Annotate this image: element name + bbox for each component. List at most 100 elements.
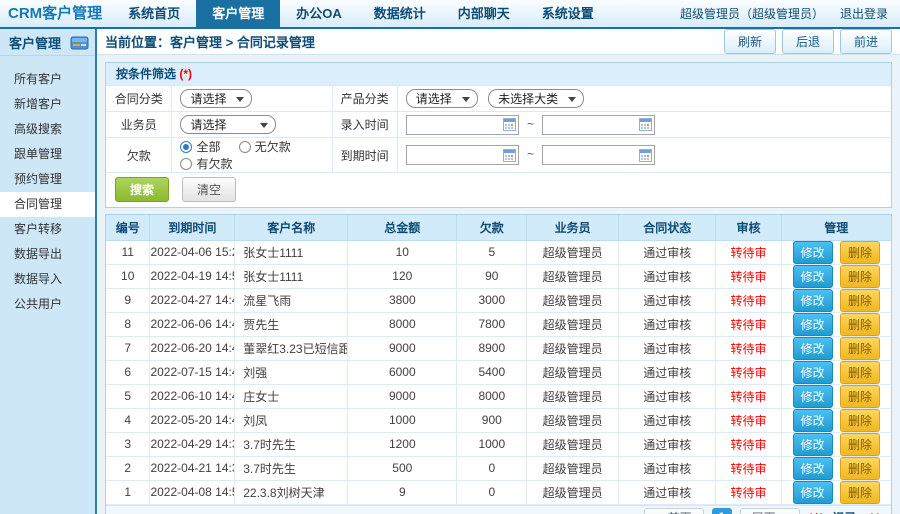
pagination-bar: ◄首页 1 尾页► 1/1 记录：11	[106, 504, 891, 514]
edit-button[interactable]: 修改	[792, 481, 833, 503]
refresh-button[interactable]: 刷新	[723, 29, 776, 54]
sidebar-item[interactable]: 所有客户	[0, 67, 95, 92]
delete-button[interactable]: 删除	[839, 289, 880, 311]
delete-button[interactable]: 删除	[839, 433, 880, 455]
nav-tab[interactable]: 系统设置	[526, 0, 610, 27]
contract-type-select[interactable]: 请选择	[180, 89, 253, 108]
column-header: 总金额	[347, 215, 458, 241]
table-row: 6 2022-07-15 14:45 刘强 6000 5400 超级管理员 通过…	[106, 359, 891, 385]
cell-customer-name: 贾先生	[234, 311, 349, 337]
audit-link[interactable]: 转待审	[730, 294, 766, 308]
delete-button[interactable]: 删除	[839, 241, 880, 263]
sidebar-item[interactable]: 高级搜索	[0, 117, 95, 142]
filter-header: 按条件筛选 (*)	[106, 63, 891, 85]
cell-debt: 90	[456, 263, 528, 289]
clear-button[interactable]: 清空	[182, 177, 237, 202]
delete-button[interactable]: 删除	[839, 337, 880, 359]
nav-tab[interactable]: 客户管理	[196, 0, 281, 27]
cell-actions: 修改 删除	[780, 239, 891, 265]
audit-link[interactable]: 转待审	[730, 414, 766, 428]
audit-link[interactable]: 转待审	[730, 438, 766, 452]
product-bigclass-select[interactable]: 未选择大类	[488, 89, 585, 108]
product-type-select[interactable]: 请选择	[405, 89, 478, 108]
edit-button[interactable]: 修改	[792, 337, 833, 359]
audit-link[interactable]: 转待审	[730, 318, 766, 332]
delete-button[interactable]: 删除	[839, 361, 880, 383]
edit-button[interactable]: 修改	[792, 433, 833, 455]
edit-button[interactable]: 修改	[792, 457, 833, 479]
debt-option-all[interactable]: 全部	[180, 138, 220, 155]
delete-button[interactable]: 删除	[839, 457, 880, 479]
records-info: 记录：11	[832, 509, 881, 514]
nav-tab[interactable]: 数据统计	[358, 0, 442, 27]
main-area: 当前位置：客户管理 > 合同记录管理 刷新 后退 前进 按条件筛选 (*) 合同…	[97, 29, 900, 514]
audit-link[interactable]: 转待审	[730, 462, 766, 476]
chevron-down-icon	[236, 96, 245, 106]
sidebar-item[interactable]: 数据导入	[0, 267, 95, 292]
breadcrumb: 当前位置：客户管理 > 合同记录管理	[105, 35, 315, 50]
current-page[interactable]: 1	[711, 508, 732, 514]
cell-audit: 转待审	[715, 287, 782, 313]
delete-button[interactable]: 删除	[839, 385, 880, 407]
logout-link[interactable]: 退出登录	[840, 5, 888, 22]
sidebar-item[interactable]: 跟单管理	[0, 142, 95, 167]
delete-button[interactable]: 删除	[839, 313, 880, 335]
cell-actions: 修改 删除	[780, 263, 891, 289]
edit-button[interactable]: 修改	[792, 289, 833, 311]
sidebar-item[interactable]: 新增客户	[0, 92, 95, 117]
delete-button[interactable]: 删除	[839, 481, 880, 503]
cell-salesman: 超级管理员	[526, 239, 620, 265]
cell-contract-status: 通过审核	[618, 335, 717, 361]
edit-button[interactable]: 修改	[792, 409, 833, 431]
calendar-icon[interactable]	[639, 148, 653, 162]
sidebar-item[interactable]: 数据导出	[0, 242, 95, 267]
salesman-select[interactable]: 请选择	[180, 115, 277, 134]
nav-tab[interactable]: 办公OA	[280, 0, 358, 27]
edit-button[interactable]: 修改	[792, 265, 833, 287]
sidebar-item[interactable]: 预约管理	[0, 167, 95, 192]
audit-link[interactable]: 转待审	[730, 270, 766, 284]
edit-button[interactable]: 修改	[792, 313, 833, 335]
calendar-icon[interactable]	[639, 118, 653, 131]
expire-time-start-input[interactable]	[405, 145, 519, 165]
audit-link[interactable]: 转待审	[730, 246, 766, 260]
audit-link[interactable]: 转待审	[730, 342, 766, 356]
cell-actions: 修改 删除	[780, 455, 891, 481]
sidebar-item[interactable]: 合同管理	[0, 192, 95, 217]
cell-salesman: 超级管理员	[526, 455, 620, 481]
debt-option-none[interactable]: 无欠款	[238, 138, 291, 155]
column-header: 客户名称	[234, 215, 349, 241]
expire-time-end-input[interactable]	[542, 145, 656, 165]
audit-link[interactable]: 转待审	[730, 486, 766, 500]
cell-customer-name: 庄女士	[234, 383, 349, 409]
column-header: 业务员	[526, 215, 620, 241]
nav-tab[interactable]: 内部聊天	[442, 0, 526, 27]
nav-tab[interactable]: 系统首页	[112, 0, 196, 27]
last-page-button[interactable]: 尾页►	[739, 508, 800, 514]
cell-expire-time: 2022-06-20 14:47	[149, 335, 236, 361]
calendar-icon[interactable]	[502, 148, 516, 162]
sidebar-header: 客户管理	[0, 29, 95, 56]
edit-button[interactable]: 修改	[792, 361, 833, 383]
first-page-button[interactable]: ◄首页	[643, 508, 704, 514]
audit-link[interactable]: 转待审	[730, 390, 766, 404]
sidebar-item[interactable]: 客户转移	[0, 217, 95, 242]
sidebar-item[interactable]: 公共用户	[0, 292, 95, 317]
debt-option-has[interactable]: 有欠款	[180, 155, 232, 172]
contract-table-body: 11 2022-04-06 15:29 张女士1111 10 5 超级管理员 通…	[106, 239, 891, 505]
entry-time-end-input[interactable]	[542, 114, 656, 135]
audit-link[interactable]: 转待审	[730, 366, 766, 380]
table-row: 11 2022-04-06 15:29 张女士1111 10 5 超级管理员 通…	[106, 239, 891, 265]
forward-button[interactable]: 前进	[839, 29, 892, 54]
column-header: 管理	[780, 215, 891, 241]
back-button[interactable]: 后退	[781, 29, 834, 54]
delete-button[interactable]: 删除	[839, 265, 880, 287]
edit-button[interactable]: 修改	[792, 385, 833, 407]
edit-button[interactable]: 修改	[792, 241, 833, 263]
search-button[interactable]: 搜索	[115, 177, 170, 202]
cell-id: 1	[106, 479, 151, 505]
delete-button[interactable]: 删除	[839, 409, 880, 431]
calendar-icon[interactable]	[502, 118, 516, 131]
cell-audit: 转待审	[715, 431, 782, 457]
entry-time-start-input[interactable]	[405, 114, 519, 135]
